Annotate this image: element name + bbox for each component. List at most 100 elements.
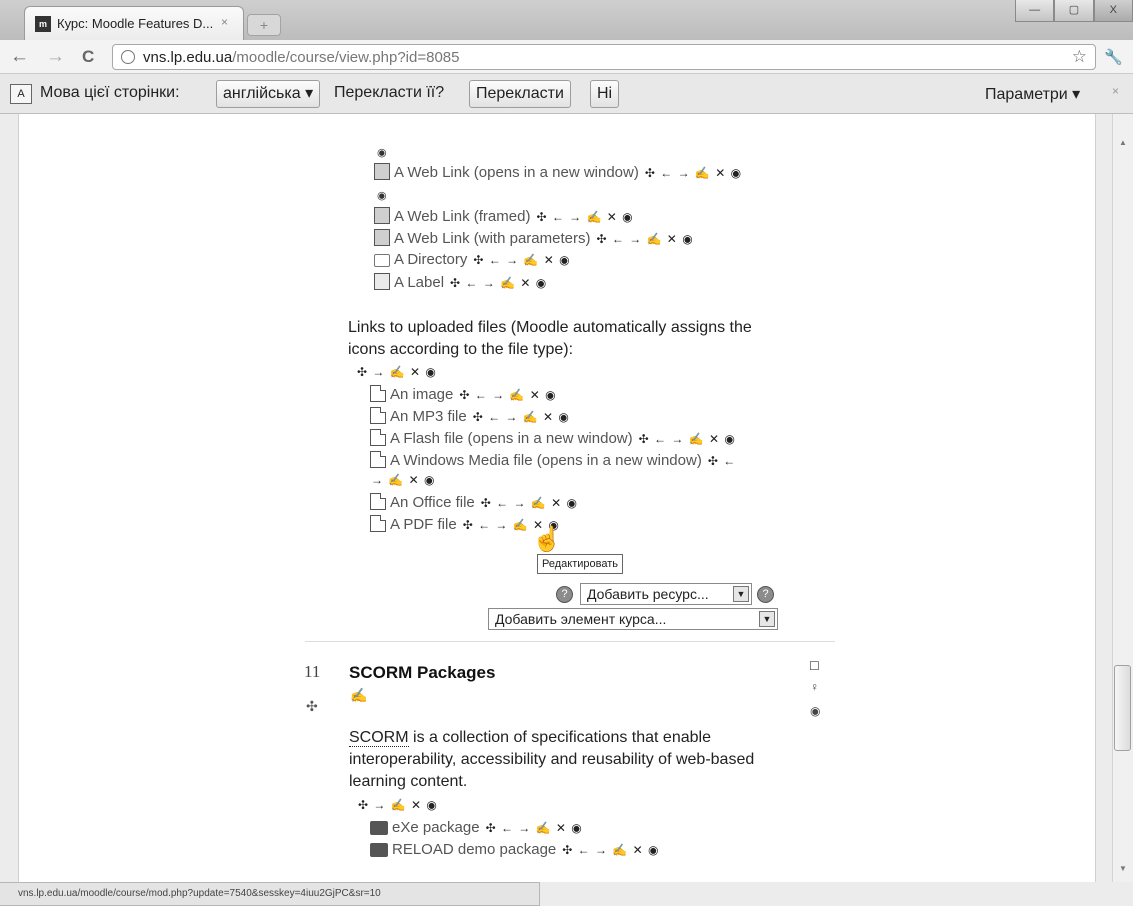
web-link-icon <box>374 207 390 224</box>
tab-close-icon[interactable]: × <box>221 15 228 29</box>
translate-bar-close-icon[interactable]: × <box>1112 84 1119 98</box>
file-link[interactable]: An image <box>390 386 453 403</box>
resource-link[interactable]: A Label <box>394 274 444 291</box>
scorm-package-icon <box>370 821 388 835</box>
file-link[interactable]: An MP3 file <box>390 408 467 425</box>
package-item[interactable]: eXe package ✣ ← → ✍ ✕ ◉ <box>370 819 583 837</box>
file-link[interactable]: A PDF file <box>390 516 457 533</box>
browser-title-bar: m Курс: Moodle Features D... × + — ▢ X <box>0 0 1133 40</box>
translate-icon: A <box>10 84 32 104</box>
no-translate-button[interactable]: Ні <box>590 80 620 108</box>
file-controls[interactable]: ✣ ← → ✍ ✕ ◉ <box>639 432 736 446</box>
file-item[interactable]: A Windows Media file (opens in a new win… <box>370 451 736 470</box>
translate-options-menu[interactable]: Параметри ▾ <box>985 84 1080 104</box>
resource-link[interactable]: A Web Link (framed) <box>394 208 530 225</box>
resource-link[interactable]: A Web Link (opens in a new window) <box>394 164 639 181</box>
label-controls[interactable]: ✣ → ✍ ✕ ◉ <box>358 796 438 814</box>
language-select[interactable]: англійська ▾ <box>216 80 321 108</box>
file-controls-wrap[interactable]: → ✍ ✕ ◉ <box>371 471 435 489</box>
label-controls-icons[interactable]: ✣ → ✍ ✕ ◉ <box>358 798 438 812</box>
package-link[interactable]: RELOAD demo package <box>392 841 556 858</box>
forward-arrow-icon[interactable]: → <box>46 46 65 68</box>
scroll-down-arrow-icon[interactable]: ▼ <box>1119 864 1127 873</box>
resource-link[interactable]: A Directory <box>394 251 467 268</box>
file-controls[interactable]: ✣ ← → ✍ ✕ ◉ <box>459 388 556 402</box>
section-divider <box>305 641 835 642</box>
maximize-button[interactable]: ▢ <box>1054 0 1094 22</box>
scroll-up-arrow-icon[interactable]: ▲ <box>1119 138 1127 147</box>
address-bar[interactable]: vns.lp.edu.ua/moodle/course/view.php?id=… <box>112 44 1096 70</box>
highlight-bulb-icon[interactable]: ♀ <box>810 680 819 694</box>
summary-text: learning content. <box>349 773 468 790</box>
help-icon[interactable]: ? <box>757 586 774 603</box>
web-link-icon <box>374 229 390 246</box>
scorm-package-icon <box>370 843 388 857</box>
back-arrow-icon[interactable]: ← <box>10 46 29 68</box>
file-icon <box>370 515 386 532</box>
package-link[interactable]: eXe package <box>392 819 480 836</box>
eye-icon[interactable]: ◉ <box>377 146 387 159</box>
close-window-button[interactable]: X <box>1093 0 1133 22</box>
dropdown-arrow-icon[interactable]: ▼ <box>759 611 775 627</box>
label-controls-icons[interactable]: ✣ → ✍ ✕ ◉ <box>357 365 437 379</box>
resource-item[interactable]: A Web Link (with parameters) ✣ ← → ✍ ✕ ◉ <box>374 229 694 248</box>
page-info-globe-icon[interactable] <box>121 50 135 64</box>
package-controls[interactable]: ✣ ← → ✍ ✕ ◉ <box>486 821 583 835</box>
translate-button[interactable]: Перекласти <box>469 80 571 108</box>
language-label: Мова цієї сторінки: <box>40 84 180 101</box>
eye-icon[interactable]: ◉ <box>810 704 820 718</box>
file-link[interactable]: A Flash file (opens in a new window) <box>390 430 633 447</box>
resource-item[interactable]: A Label ✣ ← → ✍ ✕ ◉ <box>374 273 547 292</box>
intro-line: Links to uploaded files (Moodle automati… <box>348 319 752 336</box>
add-resource-value: Добавить ресурс... <box>587 586 709 602</box>
bookmark-star-icon[interactable]: ☆ <box>1072 47 1087 67</box>
label-icon <box>374 273 390 290</box>
browser-tab[interactable]: m Курс: Moodle Features D... × <box>24 6 244 40</box>
resource-item[interactable]: A Web Link (framed) ✣ ← → ✍ ✕ ◉ <box>374 207 634 226</box>
add-resource-select[interactable]: Добавить ресурс... ▼ <box>580 583 752 605</box>
resource-controls[interactable]: ✣ ← → ✍ ✕ ◉ <box>450 276 547 290</box>
help-icon[interactable]: ? <box>556 586 573 603</box>
file-controls[interactable]: → ✍ ✕ ◉ <box>371 473 435 487</box>
vertical-scrollbar[interactable]: ▲ ▼ <box>1112 114 1133 882</box>
uploaded-files-intro: Links to uploaded files (Moodle automati… <box>348 317 752 361</box>
summary-text: is a collection of specifications that e… <box>408 729 711 746</box>
file-icon <box>370 429 386 446</box>
package-controls[interactable]: ✣ ← → ✍ ✕ ◉ <box>562 843 659 857</box>
file-item[interactable]: A Flash file (opens in a new window) ✣ ← … <box>370 429 736 448</box>
wrench-menu-icon[interactable]: 🔧 <box>1104 48 1123 66</box>
edit-summary-icon[interactable]: ✍ <box>350 687 367 704</box>
checkbox-icon[interactable]: ☐ <box>809 659 820 673</box>
translate-question: Перекласти її? <box>334 84 445 101</box>
resource-controls[interactable]: ✣ ← → ✍ ✕ ◉ <box>645 166 742 180</box>
package-item[interactable]: RELOAD demo package ✣ ← → ✍ ✕ ◉ <box>370 841 659 859</box>
file-link[interactable]: An Office file <box>390 494 475 511</box>
reload-icon[interactable]: C <box>82 46 94 68</box>
new-tab-button[interactable]: + <box>247 14 281 36</box>
file-link[interactable]: A Windows Media file (opens in a new win… <box>390 452 702 469</box>
label-controls[interactable]: ✣ → ✍ ✕ ◉ <box>357 363 437 381</box>
resource-item[interactable]: A Web Link (opens in a new window) ✣ ← → … <box>374 163 742 182</box>
file-item[interactable]: An MP3 file ✣ ← → ✍ ✕ ◉ <box>370 407 570 426</box>
file-controls[interactable]: ✣ ← → ✍ ✕ ◉ <box>473 410 570 424</box>
add-activity-select[interactable]: Добавить элемент курса... ▼ <box>488 608 778 630</box>
window-controls: — ▢ X <box>1015 0 1133 22</box>
eye-icon[interactable]: ◉ <box>377 189 387 202</box>
move-section-icon[interactable]: ✣ <box>306 698 318 715</box>
status-bar-url: vns.lp.edu.ua/moodle/course/mod.php?upda… <box>0 882 540 906</box>
file-icon <box>370 407 386 424</box>
file-item[interactable]: An Office file ✣ ← → ✍ ✕ ◉ <box>370 493 578 512</box>
scrollbar-thumb[interactable] <box>1114 665 1131 751</box>
resource-controls[interactable]: ✣ ← → ✍ ✕ ◉ <box>596 232 693 246</box>
resource-controls[interactable]: ✣ ← → ✍ ✕ ◉ <box>473 253 570 267</box>
add-activity-value: Добавить элемент курса... <box>495 611 667 627</box>
file-item[interactable]: An image ✣ ← → ✍ ✕ ◉ <box>370 385 557 404</box>
file-icon <box>370 493 386 510</box>
file-controls[interactable]: ✣ ← <box>708 454 736 468</box>
resource-item[interactable]: A Directory ✣ ← → ✍ ✕ ◉ <box>374 251 571 269</box>
dropdown-arrow-icon[interactable]: ▼ <box>733 586 749 602</box>
resource-link[interactable]: A Web Link (with parameters) <box>394 230 590 247</box>
minimize-button[interactable]: — <box>1015 0 1055 22</box>
resource-controls[interactable]: ✣ ← → ✍ ✕ ◉ <box>536 210 633 224</box>
file-controls[interactable]: ✣ ← → ✍ ✕ ◉ <box>481 496 578 510</box>
